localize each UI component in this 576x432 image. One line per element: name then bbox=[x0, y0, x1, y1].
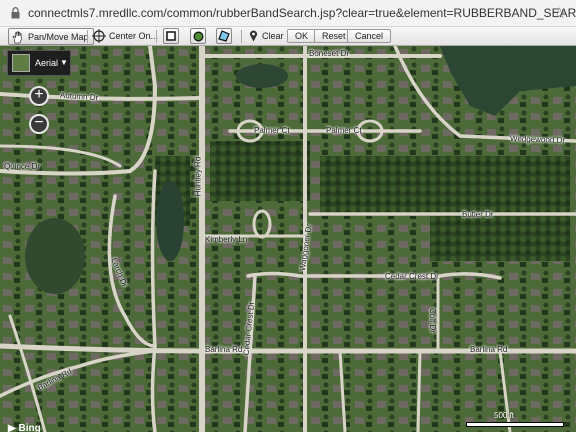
bookmark-star-icon[interactable]: ☆ bbox=[553, 4, 566, 22]
scale-bar bbox=[466, 422, 564, 427]
clear-label: Clear bbox=[262, 31, 284, 41]
map-pin-icon bbox=[249, 30, 258, 42]
circle-select-button[interactable] bbox=[190, 28, 206, 44]
map-toolbar: Pan/Move Map Center On... Clear OK Reset… bbox=[0, 27, 576, 46]
url-text[interactable]: connectmls7.mredllc.com/common/rubberBan… bbox=[28, 6, 576, 20]
address-bar[interactable]: connectmls7.mredllc.com/common/rubberBan… bbox=[0, 0, 576, 27]
aerial-thumbnail-icon bbox=[12, 54, 30, 72]
scale-label: 500 ft bbox=[494, 411, 515, 420]
street-label-wedgewood: Wedgewood Dr bbox=[509, 134, 566, 145]
crosshair-icon bbox=[92, 29, 106, 43]
street-label-barlina-east: Barlina Rd bbox=[470, 345, 508, 354]
toolbar-divider bbox=[241, 30, 242, 43]
zoom-in-button[interactable]: + bbox=[29, 86, 49, 106]
street-label-boneset: Boneset Dr bbox=[309, 49, 350, 58]
bing-icon: ▶ bbox=[8, 423, 16, 432]
toolbar-divider bbox=[156, 30, 157, 43]
polygon-select-button[interactable] bbox=[216, 28, 232, 44]
street-label-palmer-ct-east: Palmer Ct bbox=[326, 126, 362, 135]
rectangle-icon bbox=[166, 31, 176, 41]
aerial-imagery bbox=[0, 46, 576, 432]
zoom-out-button[interactable]: − bbox=[29, 114, 49, 134]
street-label-quince: Quince Dr bbox=[4, 162, 41, 171]
bing-attribution: Bing bbox=[18, 423, 41, 432]
street-label-butler: Butler Dr bbox=[462, 210, 494, 219]
center-on-label: Center On... bbox=[109, 31, 159, 41]
hand-icon bbox=[12, 30, 22, 43]
bing-logo: ▶ Bing bbox=[8, 423, 41, 432]
street-label-palmer-ct-west: Palmer Ct bbox=[254, 126, 290, 135]
street-label-colt: Colt Dr bbox=[427, 308, 437, 333]
aerial-map[interactable]: Boneset Dr Autumn Dr Palmer Ct Palmer Ct… bbox=[0, 46, 576, 432]
center-on-button[interactable]: Center On... bbox=[92, 28, 158, 44]
map-layer-label: Aerial bbox=[35, 58, 59, 68]
street-label-kimberly: Kimberly Ln bbox=[205, 235, 248, 244]
cancel-button[interactable]: Cancel bbox=[347, 29, 392, 43]
toolbar-divider bbox=[87, 30, 88, 43]
street-label-barlina-west: Barlina Rd bbox=[205, 345, 243, 354]
map-layer-selector[interactable]: Aerial ▼ bbox=[7, 50, 71, 76]
rectangle-select-button[interactable] bbox=[163, 28, 179, 44]
circle-icon bbox=[193, 31, 203, 41]
street-label-cedar-crest: Cedar Crest Dr bbox=[385, 272, 439, 281]
polygon-icon bbox=[218, 30, 230, 42]
lock-icon bbox=[11, 7, 20, 19]
street-label-huntley: Huntley Rd bbox=[193, 156, 203, 197]
pan-move-map-button[interactable]: Pan/Move Map bbox=[8, 28, 94, 45]
caret-down-icon: ▼ bbox=[60, 58, 68, 67]
pan-move-map-label: Pan/Move Map bbox=[28, 31, 89, 42]
map-scale: 500 ft bbox=[466, 411, 564, 427]
clear-button[interactable]: Clear bbox=[249, 28, 284, 44]
ok-button[interactable]: OK bbox=[287, 29, 317, 43]
